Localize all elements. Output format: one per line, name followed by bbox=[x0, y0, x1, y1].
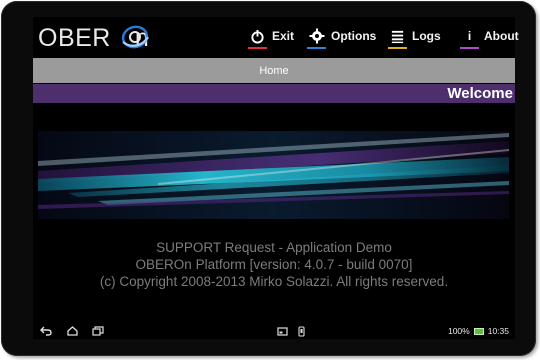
about-label: About bbox=[484, 29, 519, 43]
welcome-bar: Welcome bbox=[33, 84, 515, 103]
options-label: Options bbox=[331, 29, 377, 43]
home-tab-bar[interactable]: Home bbox=[33, 58, 515, 83]
power-icon bbox=[248, 27, 267, 49]
abstract-light-banner bbox=[38, 131, 509, 219]
tablet-frame: OBER n Exit Options Logs i About Home We… bbox=[1, 1, 536, 356]
info-icon: i bbox=[460, 27, 479, 49]
back-icon[interactable] bbox=[39, 323, 53, 339]
status-area: 100% 10:35 bbox=[448, 323, 509, 339]
list-icon bbox=[388, 27, 407, 49]
battery-icon bbox=[473, 327, 484, 335]
exit-label: Exit bbox=[272, 29, 295, 43]
about-button[interactable]: i About bbox=[460, 23, 519, 49]
device-icon[interactable] bbox=[295, 323, 307, 339]
home-tab-label: Home bbox=[259, 64, 289, 77]
system-navigation-bar: 100% 10:35 bbox=[33, 323, 515, 339]
screenshot-icon[interactable] bbox=[275, 323, 289, 339]
options-button[interactable]: Options bbox=[307, 23, 377, 49]
exit-button[interactable]: Exit bbox=[248, 23, 295, 49]
about-line-3: (c) Copyright 2008-2013 Mirko Solazzi. A… bbox=[99, 274, 449, 289]
about-line-1: SUPPORT Request - Application Demo bbox=[156, 240, 392, 255]
oberon-logo: OBER n bbox=[38, 23, 149, 53]
about-line-2: OBEROn Platform [version: 4.0.7 - build … bbox=[135, 257, 413, 272]
logo-swoosh-icon bbox=[121, 25, 149, 49]
logs-button[interactable]: Logs bbox=[388, 23, 441, 49]
top-bar: OBER n Exit Options Logs i About bbox=[33, 17, 519, 57]
clock-time: 10:35 bbox=[487, 326, 509, 336]
welcome-title: Welcome bbox=[447, 85, 513, 102]
app-screen: OBER n Exit Options Logs i About Home We… bbox=[33, 17, 519, 339]
gear-icon bbox=[307, 27, 326, 49]
recent-apps-icon[interactable] bbox=[91, 323, 105, 339]
battery-percent: 100% bbox=[447, 326, 470, 336]
logs-label: Logs bbox=[412, 29, 441, 43]
about-text-block: SUPPORT Request - Application Demo OBERO… bbox=[33, 239, 515, 290]
home-icon[interactable] bbox=[65, 323, 79, 339]
logo-text: OBER bbox=[38, 23, 111, 52]
